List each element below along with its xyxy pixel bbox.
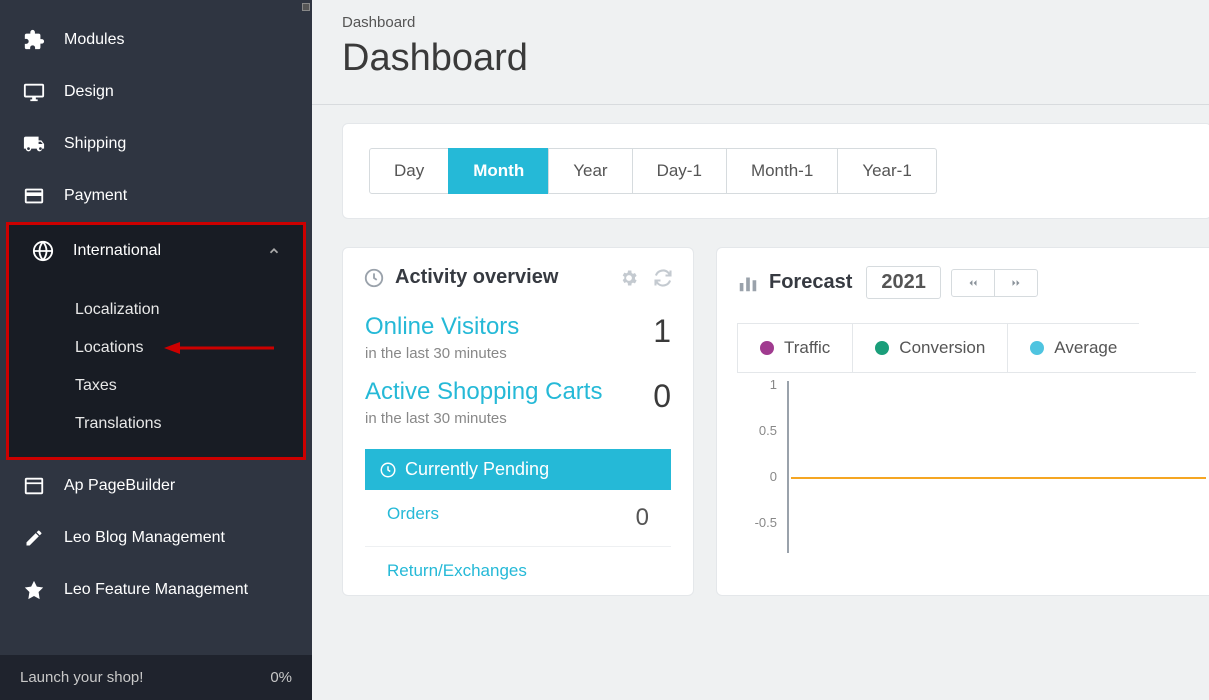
pending-orders[interactable]: Orders 0 <box>365 490 671 547</box>
stat-subtitle: in the last 30 minutes <box>365 345 519 362</box>
pending-label: Orders <box>387 504 439 532</box>
pending-title: Currently Pending <box>405 459 549 480</box>
range-month-button[interactable]: Month <box>448 148 549 194</box>
sidebar-item-label: Design <box>64 83 290 101</box>
sidebar-nav: Modules Design Shipping Payment <box>0 0 312 655</box>
sidebar-item-international[interactable]: International <box>9 225 303 277</box>
stat-online-visitors[interactable]: Online Visitors in the last 30 minutes 1 <box>343 303 693 368</box>
tab-label: Average <box>1054 338 1117 358</box>
sidebar-item-design[interactable]: Design <box>0 66 312 118</box>
range-year-button[interactable]: Year <box>548 148 632 194</box>
sidebar-item-taxes[interactable]: Taxes <box>9 367 303 405</box>
sidebar-item-modules[interactable]: Modules <box>0 14 312 66</box>
sidebar-item-payment[interactable]: Payment <box>0 170 312 222</box>
sidebar-item-label: Payment <box>64 187 290 205</box>
forecast-year-nav <box>951 269 1038 297</box>
truck-icon <box>22 132 46 156</box>
sidebar-item-translations[interactable]: Translations <box>9 405 303 443</box>
conversion-dot-icon <box>875 341 889 355</box>
range-day-minus-1-button[interactable]: Day-1 <box>632 148 727 194</box>
activity-panel: Activity overview Online Visitors <box>342 247 694 596</box>
sidebar-item-label: Leo Feature Management <box>64 581 290 599</box>
date-range-card: Day Month Year Day-1 Month-1 Year-1 <box>342 123 1209 219</box>
ytick: -0.5 <box>737 515 777 530</box>
stat-value: 0 <box>653 378 671 415</box>
page-header: Dashboard Dashboard <box>312 0 1209 104</box>
sidebar-item-locations[interactable]: Locations <box>9 329 303 367</box>
sidebar-item-leo-feature[interactable]: Leo Feature Management <box>0 564 312 616</box>
sidebar: Modules Design Shipping Payment <box>0 0 312 700</box>
card-icon <box>22 184 46 208</box>
sidebar-item-label: Locations <box>75 339 144 356</box>
stat-subtitle: in the last 30 minutes <box>365 410 602 427</box>
puzzle-icon <box>22 28 46 52</box>
pending-header: Currently Pending <box>365 449 671 490</box>
date-range-group: Day Month Year Day-1 Month-1 Year-1 <box>369 148 937 194</box>
sidebar-item-label: Modules <box>64 31 290 49</box>
star-icon <box>22 578 46 602</box>
traffic-dot-icon <box>760 341 774 355</box>
globe-icon <box>31 239 55 263</box>
pencil-icon <box>22 526 46 550</box>
chart-series-line <box>791 477 1206 479</box>
gear-icon[interactable] <box>619 268 639 288</box>
forecast-panel-header: Forecast 2021 <box>717 266 1209 313</box>
tab-label: Traffic <box>784 338 830 358</box>
window-icon <box>22 474 46 498</box>
pending-returns[interactable]: Return/Exchanges <box>365 547 671 595</box>
sidebar-item-label: Shipping <box>64 135 290 153</box>
main-content: Dashboard Dashboard Day Month Year Day-1… <box>312 0 1209 700</box>
stat-title: Online Visitors <box>365 313 519 341</box>
ytick: 0 <box>737 469 777 484</box>
clock-icon <box>363 267 385 289</box>
sidebar-item-localization[interactable]: Localization <box>9 291 303 329</box>
chevron-up-icon <box>267 244 281 258</box>
sidebar-footer[interactable]: Launch your shop! 0% <box>0 655 312 700</box>
ytick: 1 <box>737 377 777 392</box>
forecast-panel: Forecast 2021 Traffic <box>716 247 1209 596</box>
bar-chart-icon <box>737 272 759 294</box>
activity-panel-header: Activity overview <box>343 266 693 303</box>
sidebar-item-label: Leo Blog Management <box>64 529 290 547</box>
range-month-minus-1-button[interactable]: Month-1 <box>726 148 838 194</box>
sidebar-item-ap-pagebuilder[interactable]: Ap PageBuilder <box>0 460 312 512</box>
ytick: 0.5 <box>737 423 777 438</box>
pending-label: Return/Exchanges <box>387 561 527 581</box>
breadcrumb: Dashboard <box>342 14 1209 31</box>
chart-y-axis <box>787 381 789 553</box>
monitor-icon <box>22 80 46 104</box>
refresh-icon[interactable] <box>653 268 673 288</box>
prev-year-button[interactable] <box>952 270 995 296</box>
annotation-highlight: International Localization Locations Tax… <box>6 222 306 460</box>
stat-active-carts[interactable]: Active Shopping Carts in the last 30 min… <box>343 368 693 433</box>
next-year-button[interactable] <box>995 270 1037 296</box>
tab-label: Conversion <box>899 338 985 358</box>
sidebar-subnav-international: Localization Locations Taxes Translation… <box>9 277 303 449</box>
sidebar-item-shipping[interactable]: Shipping <box>0 118 312 170</box>
tab-traffic[interactable]: Traffic <box>737 323 853 372</box>
tab-conversion[interactable]: Conversion <box>852 323 1008 372</box>
activity-title: Activity overview <box>395 266 558 289</box>
page-title: Dashboard <box>342 37 1209 80</box>
forecast-year: 2021 <box>866 266 941 299</box>
sidebar-item-label: International <box>73 242 267 260</box>
sidebar-item-leo-blog[interactable]: Leo Blog Management <box>0 512 312 564</box>
range-day-button[interactable]: Day <box>369 148 449 194</box>
forecast-chart: 1 0.5 0 -0.5 <box>717 373 1209 553</box>
forecast-tabs: Traffic Conversion Average <box>737 323 1196 373</box>
divider <box>312 104 1209 105</box>
annotation-arrow-icon <box>164 340 274 356</box>
tab-average[interactable]: Average <box>1007 323 1139 372</box>
scroll-indicator[interactable] <box>302 3 310 11</box>
pending-value: 0 <box>636 504 649 532</box>
stat-title: Active Shopping Carts <box>365 378 602 406</box>
clock-icon <box>379 461 397 479</box>
launch-shop-progress: 0% <box>270 669 292 686</box>
sidebar-item-label: Ap PageBuilder <box>64 477 290 495</box>
range-year-minus-1-button[interactable]: Year-1 <box>837 148 936 194</box>
forecast-title: Forecast <box>769 271 852 294</box>
launch-shop-label: Launch your shop! <box>20 669 143 686</box>
stat-value: 1 <box>653 313 671 350</box>
average-dot-icon <box>1030 341 1044 355</box>
